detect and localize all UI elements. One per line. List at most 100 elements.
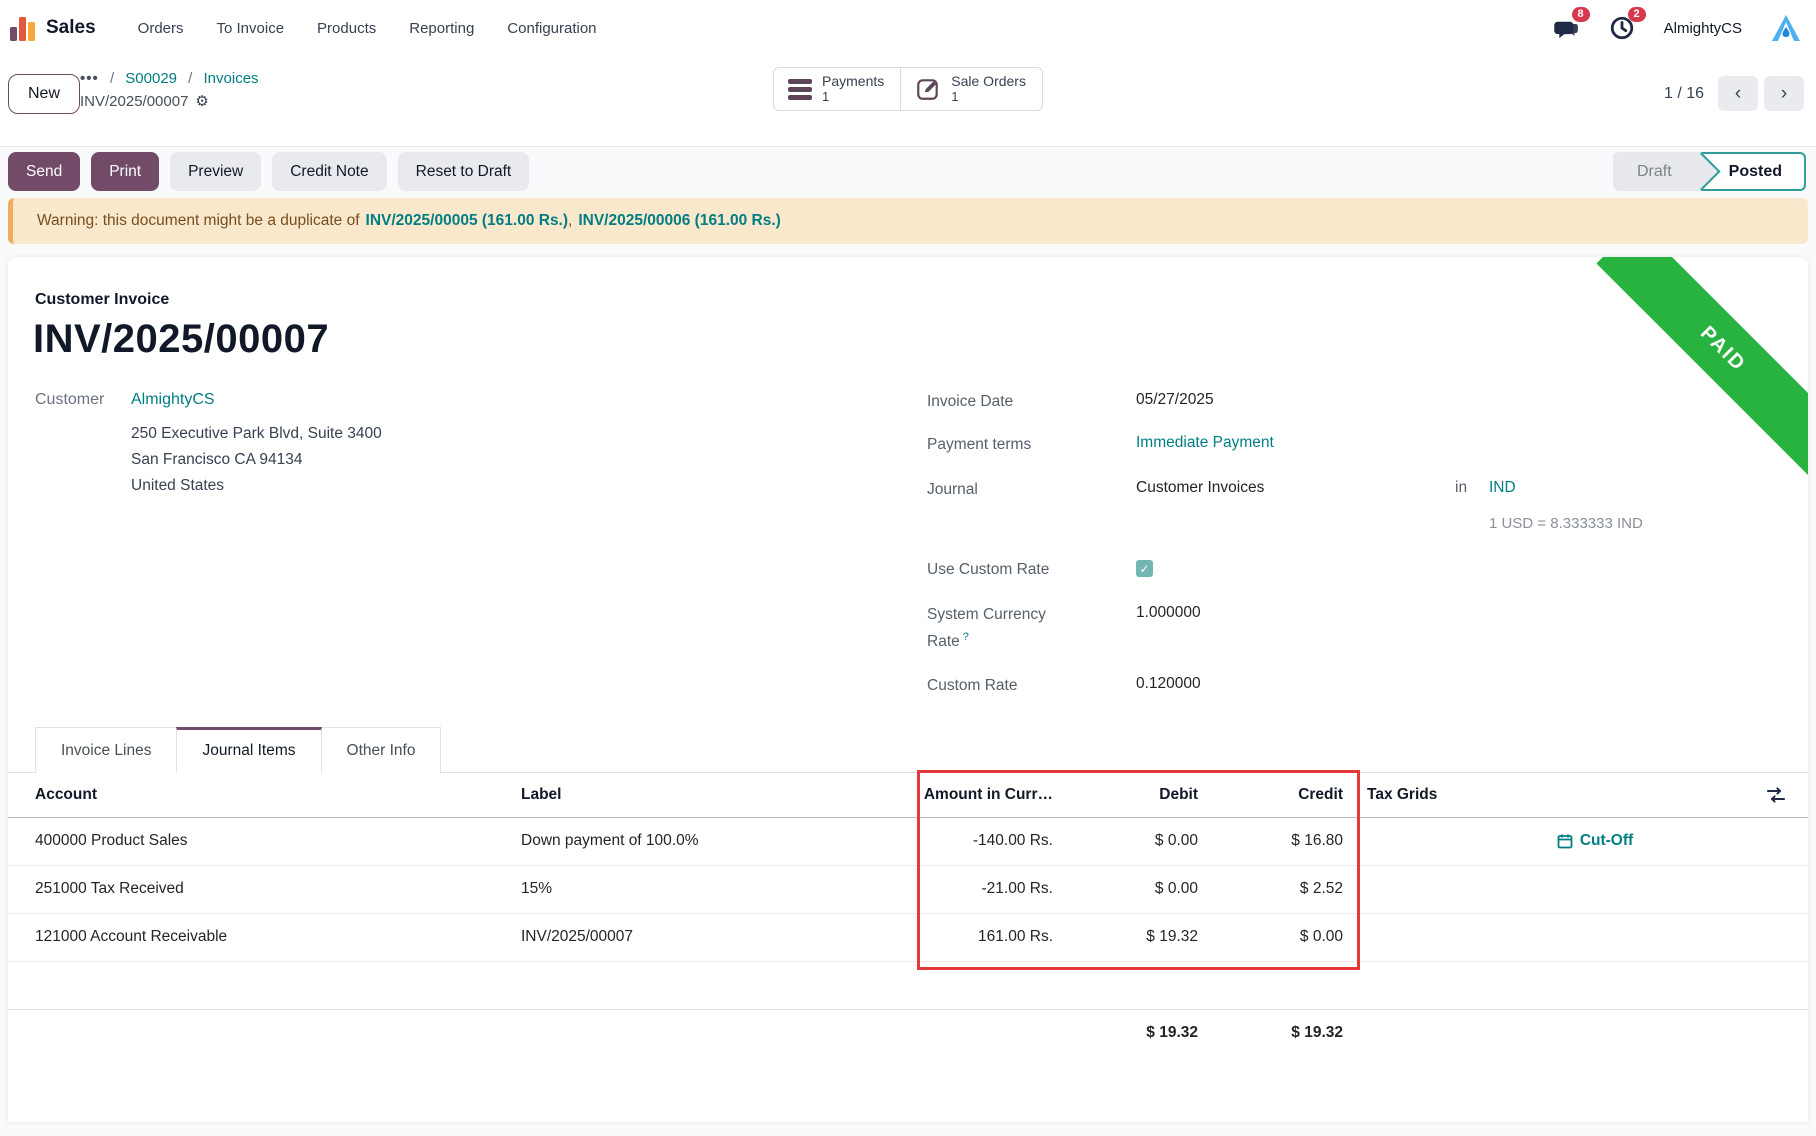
system-currency-rate-label: System Currency Rate? — [927, 604, 1062, 653]
table-totals-row: $ 19.32 $ 19.32 — [8, 1009, 1808, 1057]
cell-spacer — [1730, 817, 1808, 865]
pager-previous-button[interactable]: ‹ — [1718, 76, 1758, 111]
cell-cutoff — [1460, 865, 1730, 913]
cell-credit[interactable]: $ 0.00 — [1210, 913, 1355, 961]
cell-debit[interactable]: $ 0.00 — [1065, 865, 1210, 913]
warning-text: Warning: this document might be a duplic… — [37, 212, 360, 230]
custom-rate-label: Custom Rate — [927, 675, 1062, 697]
reset-to-draft-button[interactable]: Reset to Draft — [398, 152, 530, 191]
cell-account[interactable]: 121000 Account Receivable — [8, 913, 519, 961]
table-header-row: Account Label Amount in Curr… Debit Cred… — [8, 773, 1808, 817]
totals-spacer — [1460, 1009, 1730, 1057]
cell-amount[interactable]: -21.00 Rs. — [917, 865, 1065, 913]
cell-account[interactable]: 251000 Tax Received — [8, 865, 519, 913]
invoice-number-title: INV/2025/00007 — [33, 317, 329, 362]
system-currency-rate-field[interactable]: 1.000000 — [1136, 604, 1201, 622]
breadcrumb-overflow-button[interactable]: ••• — [80, 70, 99, 87]
system-currency-rate-text: System Currency Rate — [927, 606, 1046, 650]
optional-columns-icon[interactable] — [1730, 785, 1808, 805]
cell-tax-grids[interactable] — [1355, 913, 1460, 961]
company-logo-icon[interactable] — [1770, 13, 1802, 43]
cell-debit[interactable]: $ 19.32 — [1065, 913, 1210, 961]
journal-currency-field[interactable]: IND — [1489, 479, 1516, 497]
cut-off-button[interactable]: Cut-Off — [1460, 832, 1730, 850]
payments-label: Payments — [822, 73, 884, 89]
empty-cell — [8, 961, 1808, 1009]
breadcrumb-line1: ••• / S00029 / Invoices — [80, 67, 259, 90]
help-icon[interactable]: ? — [963, 631, 969, 643]
payment-terms-field[interactable]: Immediate Payment — [1136, 434, 1274, 452]
payments-count: 1 — [822, 89, 829, 105]
cell-credit[interactable]: $ 16.80 — [1210, 817, 1355, 865]
use-custom-rate-checkbox[interactable]: ✓ — [1136, 560, 1153, 577]
cell-debit[interactable]: $ 0.00 — [1065, 817, 1210, 865]
cell-label[interactable]: INV/2025/00007 — [519, 913, 917, 961]
column-header-account[interactable]: Account — [8, 773, 519, 817]
tab-journal-items[interactable]: Journal Items — [176, 727, 321, 773]
menu-configuration[interactable]: Configuration — [507, 20, 596, 37]
calendar-icon — [1557, 833, 1573, 849]
payments-smart-button[interactable]: Payments 1 — [773, 67, 900, 111]
cell-cutoff: Cut-Off — [1460, 817, 1730, 865]
smart-buttons: Payments 1 Sale Orders 1 — [773, 67, 1043, 111]
cell-tax-grids[interactable] — [1355, 865, 1460, 913]
menu-orders[interactable]: Orders — [138, 20, 184, 37]
journal-label: Journal — [927, 479, 1062, 501]
totals-spacer — [1355, 1009, 1460, 1057]
table-row[interactable]: 121000 Account Receivable INV/2025/00007… — [8, 913, 1808, 961]
warning-duplicate-link-1[interactable]: INV/2025/00005 (161.00 Rs.) — [366, 212, 569, 230]
menu-reporting[interactable]: Reporting — [409, 20, 474, 37]
tab-other-info[interactable]: Other Info — [321, 727, 442, 773]
check-icon: ✓ — [1139, 562, 1149, 576]
menu-products[interactable]: Products — [317, 20, 376, 37]
send-button[interactable]: Send — [8, 152, 80, 191]
cell-label[interactable]: Down payment of 100.0% — [519, 817, 917, 865]
cell-credit[interactable]: $ 2.52 — [1210, 865, 1355, 913]
messages-button[interactable]: 8 — [1552, 14, 1580, 42]
column-header-tax-grids[interactable]: Tax Grids — [1355, 773, 1460, 817]
paid-ribbon: PAID — [1596, 257, 1808, 476]
tab-invoice-lines[interactable]: Invoice Lines — [35, 727, 177, 773]
cell-amount[interactable]: 161.00 Rs. — [917, 913, 1065, 961]
pager: 1 / 16 ‹ › — [1664, 76, 1804, 111]
journal-field[interactable]: Customer Invoices — [1136, 479, 1264, 497]
breadcrumb-invoices-link[interactable]: Invoices — [204, 70, 259, 87]
totals-debit: $ 19.32 — [1065, 1009, 1210, 1057]
activities-button[interactable]: 2 — [1608, 14, 1636, 42]
preview-button[interactable]: Preview — [170, 152, 261, 191]
table-empty-row[interactable] — [8, 961, 1808, 1009]
totals-spacer — [917, 1009, 1065, 1057]
gear-icon[interactable]: ⚙ — [195, 90, 208, 113]
cell-tax-grids[interactable] — [1355, 817, 1460, 865]
payments-bars-icon — [788, 79, 812, 100]
duplicate-warning-banner: Warning: this document might be a duplic… — [8, 198, 1808, 244]
cell-label[interactable]: 15% — [519, 865, 917, 913]
column-header-debit[interactable]: Debit — [1065, 773, 1210, 817]
custom-rate-field[interactable]: 0.120000 — [1136, 675, 1201, 693]
action-bar: Send Print Preview Credit Note Reset to … — [0, 147, 1816, 198]
warning-duplicate-link-2[interactable]: INV/2025/00006 (161.00 Rs.) — [578, 212, 781, 230]
table-row[interactable]: 400000 Product Sales Down payment of 100… — [8, 817, 1808, 865]
credit-note-button[interactable]: Credit Note — [272, 152, 386, 191]
customer-link[interactable]: AlmightyCS — [131, 391, 215, 409]
new-button[interactable]: New — [8, 74, 80, 114]
cell-amount[interactable]: -140.00 Rs. — [917, 817, 1065, 865]
cell-account[interactable]: 400000 Product Sales — [8, 817, 519, 865]
user-menu[interactable]: AlmightyCS — [1664, 20, 1742, 37]
table-row[interactable]: 251000 Tax Received 15% -21.00 Rs. $ 0.0… — [8, 865, 1808, 913]
menu-to-invoice[interactable]: To Invoice — [217, 20, 285, 37]
sales-app-icon[interactable] — [10, 15, 36, 41]
statusbar: Draft Posted — [1613, 152, 1806, 191]
breadcrumb-s00029-link[interactable]: S00029 — [125, 70, 177, 87]
sale-orders-smart-button[interactable]: Sale Orders 1 — [900, 67, 1043, 111]
pager-next-button[interactable]: › — [1764, 76, 1804, 111]
print-button[interactable]: Print — [91, 152, 159, 191]
invoice-date-field[interactable]: 05/27/2025 — [1136, 391, 1214, 409]
column-header-amount-in-currency[interactable]: Amount in Curr… — [917, 773, 1065, 817]
cell-spacer — [1730, 913, 1808, 961]
column-header-label[interactable]: Label — [519, 773, 917, 817]
warning-comma: , — [568, 212, 572, 230]
column-header-credit[interactable]: Credit — [1210, 773, 1355, 817]
cut-off-label: Cut-Off — [1580, 832, 1633, 850]
app-brand[interactable]: Sales — [46, 17, 96, 39]
